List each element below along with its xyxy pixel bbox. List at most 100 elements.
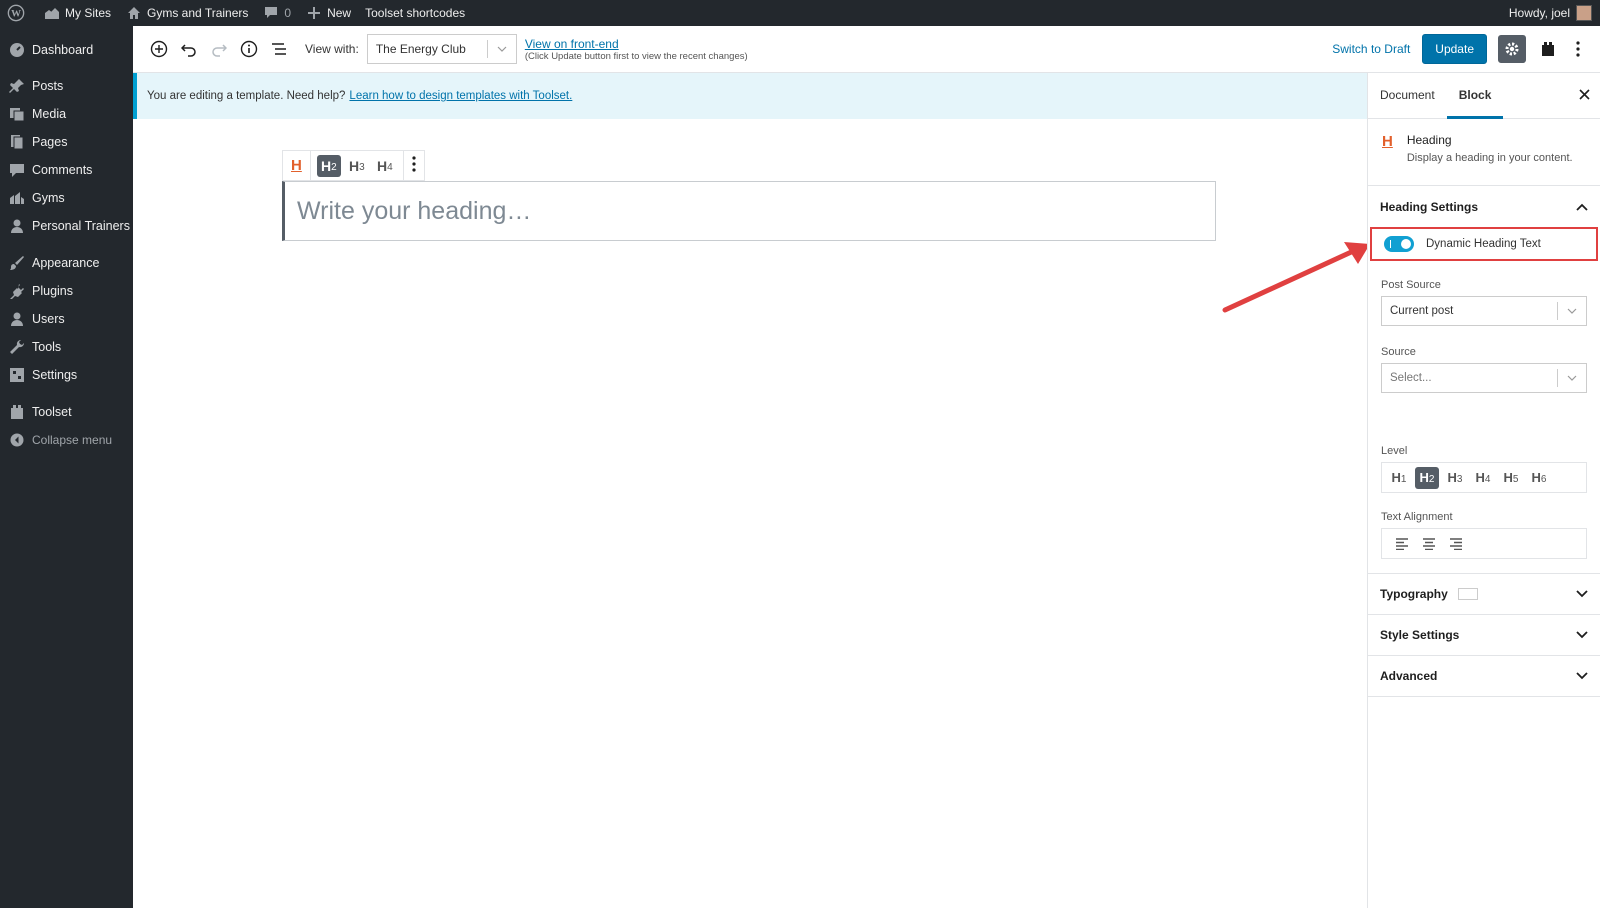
- level-h1-button[interactable]: H1: [1387, 467, 1411, 489]
- info-icon[interactable]: [235, 35, 263, 63]
- level-h3-button[interactable]: H3: [1443, 467, 1467, 489]
- wordpress-logo[interactable]: W: [0, 0, 36, 26]
- chevron-down-icon: [1576, 672, 1588, 680]
- style-settings-panel[interactable]: Style Settings: [1368, 614, 1600, 655]
- level-h2-button[interactable]: H2: [1415, 466, 1439, 489]
- dynamic-heading-toggle[interactable]: [1384, 236, 1414, 252]
- add-block-icon[interactable]: [145, 35, 173, 63]
- menu-label: Plugins: [32, 284, 73, 298]
- wordpress-icon: W: [7, 4, 25, 22]
- new-content-menu[interactable]: New: [298, 0, 358, 26]
- menu-label: Gyms: [32, 191, 65, 205]
- dynamic-heading-label: Dynamic Heading Text: [1426, 238, 1541, 250]
- menu-item-tools[interactable]: Tools: [0, 333, 133, 361]
- comments-menu[interactable]: 0: [255, 0, 298, 26]
- site-name-menu[interactable]: Gyms and Trainers: [118, 0, 255, 26]
- menu-item-users[interactable]: Users: [0, 305, 133, 333]
- menu-item-settings[interactable]: Settings: [0, 361, 133, 389]
- text-alignment-group: [1381, 528, 1587, 559]
- menu-item-personal-trainers[interactable]: Personal Trainers: [0, 212, 133, 240]
- level-number: 3: [359, 162, 365, 173]
- close-icon[interactable]: [1579, 87, 1590, 104]
- panel-title-label: Style Settings: [1380, 628, 1460, 642]
- users-icon: [8, 310, 26, 328]
- template-notice: You are editing a template. Need help? L…: [133, 73, 1367, 119]
- menu-item-posts[interactable]: Posts: [0, 72, 133, 100]
- heading-settings-toggle[interactable]: Heading Settings: [1368, 189, 1600, 225]
- level-h6-button[interactable]: H6: [1527, 467, 1551, 489]
- collapse-icon: [8, 431, 26, 449]
- advanced-toggle[interactable]: Advanced: [1368, 656, 1600, 696]
- block-toolbar: H H2 H3 H4: [282, 150, 425, 181]
- my-sites-menu[interactable]: My Sites: [36, 0, 118, 26]
- align-center-icon[interactable]: [1415, 532, 1442, 556]
- menu-item-comments[interactable]: Comments: [0, 156, 133, 184]
- toolset-shortcodes-menu[interactable]: Toolset shortcodes: [358, 0, 472, 26]
- settings-gear-icon[interactable]: [1498, 35, 1526, 63]
- chevron-down-icon: [1558, 375, 1586, 381]
- undo-icon[interactable]: [175, 35, 203, 63]
- front-end-hint: (Click Update button first to view the r…: [524, 50, 748, 62]
- switch-to-draft-button[interactable]: Switch to Draft: [1332, 42, 1410, 56]
- notice-link[interactable]: Learn how to design templates with Tools…: [349, 90, 572, 102]
- heading-input[interactable]: Write your heading…: [282, 181, 1216, 241]
- account-menu[interactable]: Howdy, joel: [1509, 5, 1600, 21]
- text-alignment-label: Text Alignment: [1381, 511, 1453, 523]
- chevron-down-icon: [1558, 308, 1586, 314]
- plugin-icon: [8, 282, 26, 300]
- block-type-switcher[interactable]: H: [283, 151, 311, 180]
- level-letter: H: [1391, 470, 1401, 485]
- toolset-icon: [8, 403, 26, 421]
- update-button[interactable]: Update: [1422, 34, 1487, 64]
- tab-document[interactable]: Document: [1368, 73, 1447, 119]
- level-number: 2: [1428, 474, 1435, 485]
- menu-item-appearance[interactable]: Appearance: [0, 249, 133, 277]
- heading-level-toolbar: H2 H3 H4: [311, 151, 404, 180]
- menu-label: Users: [32, 312, 65, 326]
- typography-toggle[interactable]: Typography: [1368, 574, 1600, 614]
- source-select[interactable]: Select...: [1381, 363, 1587, 393]
- advanced-panel[interactable]: Advanced: [1368, 655, 1600, 697]
- menu-label: Media: [32, 107, 67, 121]
- menu-item-dashboard[interactable]: Dashboard: [0, 36, 133, 64]
- heading-level-group: H1 H2 H3 H4 H5 H6: [1381, 462, 1587, 493]
- heading-block-icon: H: [291, 157, 302, 174]
- typography-panel[interactable]: Typography: [1368, 573, 1600, 614]
- toolset-icon[interactable]: [1534, 35, 1562, 63]
- tab-block[interactable]: Block: [1446, 73, 1504, 119]
- gym-icon: [8, 189, 26, 207]
- toolset-shortcodes-label: Toolset shortcodes: [365, 6, 466, 20]
- level-h4-button[interactable]: H4: [1471, 467, 1495, 489]
- admin-bar: W My Sites Gyms and Trainers 0 New Tools…: [0, 0, 1600, 26]
- toolbar-level-h4[interactable]: H4: [373, 155, 397, 177]
- view-with-select[interactable]: The Energy Club: [366, 34, 517, 64]
- toolbar-level-h3[interactable]: H3: [345, 155, 369, 177]
- align-left-icon[interactable]: [1388, 532, 1415, 556]
- level-number: 5: [1512, 474, 1519, 485]
- redo-icon[interactable]: [205, 35, 233, 63]
- level-letter: H: [1419, 470, 1429, 485]
- style-settings-toggle[interactable]: Style Settings: [1368, 615, 1600, 655]
- level-h5-button[interactable]: H5: [1499, 467, 1523, 489]
- menu-label: Posts: [32, 79, 64, 93]
- sidebar-tabs: Document Block: [1368, 73, 1600, 119]
- more-options-icon[interactable]: [1564, 35, 1592, 63]
- menu-item-pages[interactable]: Pages: [0, 128, 133, 156]
- toolbar-level-h2[interactable]: H2: [316, 154, 341, 177]
- post-source-select[interactable]: Current post: [1381, 296, 1587, 326]
- menu-item-gyms[interactable]: Gyms: [0, 184, 133, 212]
- collapse-menu-button[interactable]: Collapse menu: [0, 426, 133, 454]
- menu-label: Pages: [32, 135, 68, 149]
- menu-item-plugins[interactable]: Plugins: [0, 277, 133, 305]
- menu-item-media[interactable]: Media: [0, 100, 133, 128]
- pages-icon: [8, 133, 26, 151]
- panel-title-label: Advanced: [1380, 669, 1438, 683]
- view-front-end-link[interactable]: View on front-end: [525, 37, 748, 51]
- block-navigation-icon[interactable]: [265, 35, 293, 63]
- block-more-options[interactable]: [404, 151, 424, 180]
- my-sites-label: My Sites: [65, 6, 112, 20]
- menu-item-toolset[interactable]: Toolset: [0, 398, 133, 426]
- level-letter: H: [377, 157, 388, 174]
- align-right-icon[interactable]: [1442, 532, 1469, 556]
- howdy-label: Howdy, joel: [1508, 6, 1570, 20]
